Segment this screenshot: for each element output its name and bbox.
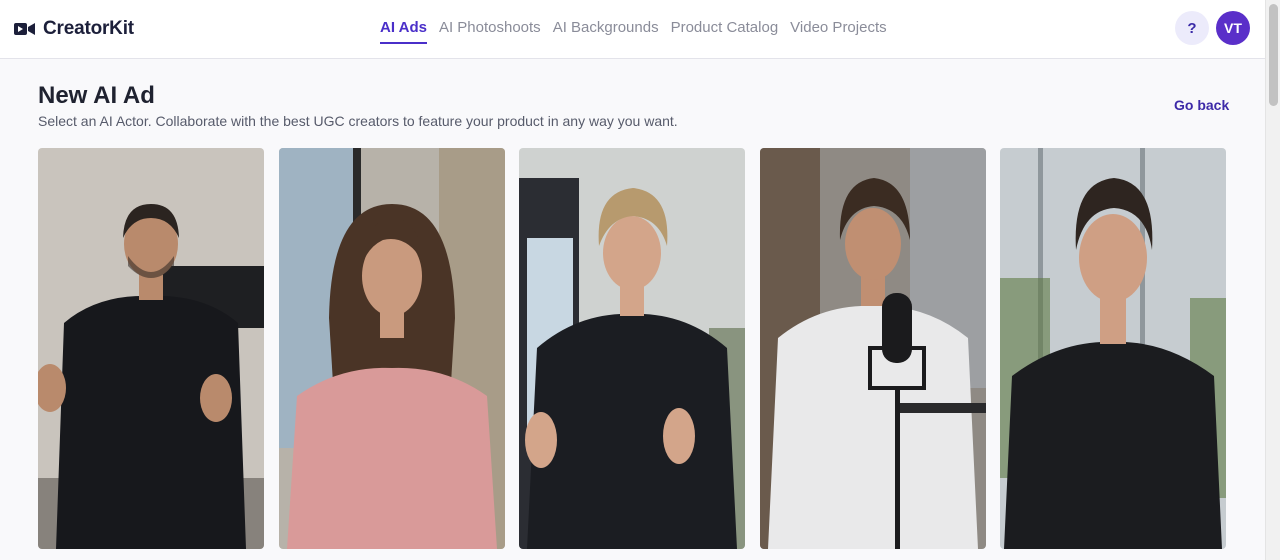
actor-photo — [1000, 148, 1226, 549]
actor-photo — [759, 148, 986, 549]
actor-card[interactable] — [38, 148, 264, 549]
tab-ai-ads[interactable]: AI Ads — [380, 19, 427, 44]
tab-product-catalog[interactable]: Product Catalog — [671, 19, 779, 44]
page-scrollbar[interactable] — [1265, 0, 1280, 560]
tab-video-projects[interactable]: Video Projects — [790, 19, 886, 44]
actor-card[interactable] — [1000, 148, 1226, 549]
scrollbar-thumb[interactable] — [1269, 4, 1278, 106]
page-title: New AI Ad — [38, 82, 155, 109]
actor-card[interactable] — [278, 148, 505, 549]
help-button[interactable]: ? — [1175, 11, 1209, 45]
actor-card-list — [38, 148, 1226, 549]
video-camera-icon — [14, 22, 36, 36]
actor-photo — [278, 148, 505, 549]
app-name: CreatorKit — [43, 18, 134, 39]
actor-card[interactable] — [759, 148, 986, 549]
actor-photo — [38, 148, 264, 549]
app-logo[interactable]: CreatorKit — [14, 18, 134, 40]
top-navigation-bar: CreatorKit AI Ads AI Photoshoots AI Back… — [0, 0, 1265, 59]
actor-photo — [519, 148, 745, 549]
go-back-link[interactable]: Go back — [1174, 97, 1229, 113]
page-subtitle: Select an AI Actor. Collaborate with the… — [38, 113, 678, 129]
user-avatar[interactable]: VT — [1216, 11, 1250, 45]
tab-ai-backgrounds[interactable]: AI Backgrounds — [553, 19, 659, 44]
tab-ai-photoshoots[interactable]: AI Photoshoots — [439, 19, 541, 44]
main-nav-tabs: AI Ads AI Photoshoots AI Backgrounds Pro… — [380, 19, 899, 44]
actor-card[interactable] — [519, 148, 745, 549]
